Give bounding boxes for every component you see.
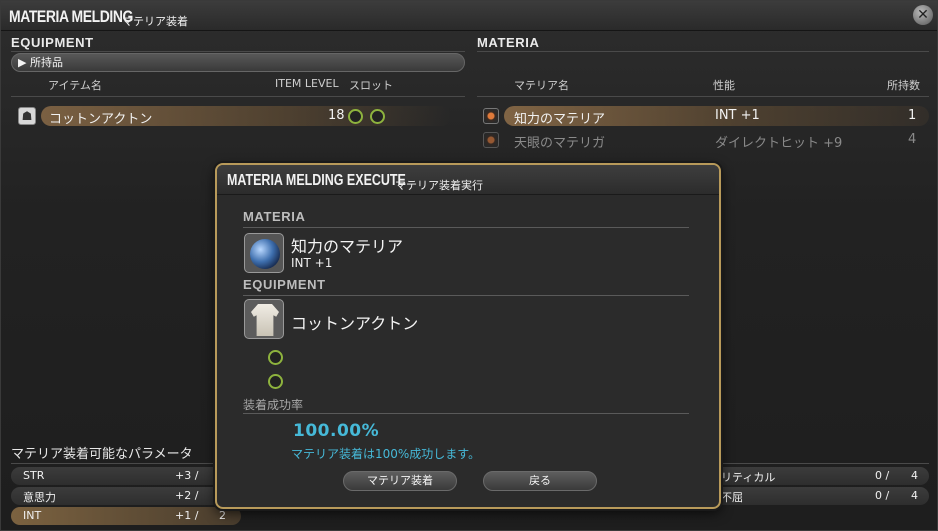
success-rate-label: 装着成功率 <box>243 398 304 412</box>
title-bar: MATERIA MELDING マテリア装着 ✕ <box>1 1 937 31</box>
param-value: 0 / <box>875 469 890 482</box>
back-button[interactable]: 戻る <box>483 471 597 491</box>
materia-slot-icon <box>348 109 363 124</box>
materia-slot-icon <box>268 350 283 365</box>
materia-count: 4 <box>908 132 917 147</box>
param-value: +3 / <box>175 469 199 482</box>
col-effect: 性能 <box>713 79 735 92</box>
coat-icon <box>244 299 284 339</box>
equipment-level: 18 <box>328 108 345 123</box>
dialog-materia-header: MATERIA <box>243 209 306 224</box>
param-max: 4 <box>911 489 918 502</box>
dialog-rate-divider <box>243 413 689 414</box>
param-value: 0 / <box>875 489 890 502</box>
col-materia-name: マテリア名 <box>514 79 569 92</box>
materia-divider <box>477 51 929 52</box>
window-title: MATERIA MELDING <box>9 7 133 26</box>
col-count: 所持数 <box>887 79 920 92</box>
materia-icon <box>483 132 499 148</box>
materia-slot-icon <box>370 109 385 124</box>
materia-name: 知力のマテリア <box>514 112 606 127</box>
melding-execute-dialog: MATERIA MELDING EXECUTE マテリア装着実行 MATERIA… <box>215 163 721 509</box>
success-rate-note: マテリア装着は100%成功します。 <box>291 447 481 461</box>
equipment-list-divider <box>11 96 465 97</box>
equipment-icon: ☗ <box>18 107 36 125</box>
param-name: リティカル <box>721 471 776 484</box>
inventory-filter-dropdown[interactable]: ▶ 所持品 <box>11 53 465 72</box>
param-name: STR <box>23 469 45 482</box>
window-subtitle: マテリア装着 <box>122 15 188 28</box>
param-name: 不屈 <box>721 491 743 504</box>
dialog-title: MATERIA MELDING EXECUTE <box>227 172 406 189</box>
param-row-highlighted: INT +1 / 2 <box>11 507 241 525</box>
param-name: INT <box>23 509 42 522</box>
dialog-equipment-name: コットンアクトン <box>291 314 419 333</box>
param-row: 不屈 0 / 4 <box>701 487 929 505</box>
equipment-divider <box>11 51 465 52</box>
dialog-equipment-divider <box>243 295 689 296</box>
equipment-name: コットンアクトン <box>49 112 153 127</box>
materia-orb-icon <box>244 233 284 273</box>
param-value: +1 / <box>175 509 199 522</box>
param-max: 4 <box>911 469 918 482</box>
materia-slot-icon <box>268 374 283 389</box>
materia-effect: ダイレクトヒット +9 <box>715 136 843 151</box>
materia-list-divider <box>477 96 929 97</box>
materia-name: 天眼のマテリガ <box>514 136 606 151</box>
param-value: +2 / <box>175 489 199 502</box>
inventory-filter-label: 所持品 <box>29 56 63 69</box>
materia-header: MATERIA <box>477 35 540 50</box>
close-icon[interactable]: ✕ <box>913 5 933 25</box>
dialog-materia-name: 知力のマテリア <box>291 237 404 256</box>
param-max: 2 <box>219 509 226 522</box>
dialog-equipment-header: EQUIPMENT <box>243 277 326 292</box>
param-row: リティカル 0 / 4 <box>701 467 929 485</box>
dialog-materia-divider <box>243 227 689 228</box>
param-row: 意思力 +2 / <box>11 487 241 505</box>
triangle-right-icon: ▶ <box>18 56 27 69</box>
col-slot: スロット <box>349 79 393 92</box>
materia-icon <box>483 108 499 124</box>
dialog-materia-effect: INT +1 <box>291 256 333 270</box>
params-title: マテリア装着可能なパラメータ <box>11 447 193 462</box>
param-name: 意思力 <box>23 491 56 504</box>
success-rate-value: 100.00% <box>293 421 380 441</box>
col-item-level: ITEM LEVEL <box>275 77 339 90</box>
col-item-name: アイテム名 <box>48 79 102 92</box>
equipment-header: EQUIPMENT <box>11 35 94 50</box>
param-row: STR +3 / <box>11 467 241 485</box>
materia-melding-window: MATERIA MELDING マテリア装着 ✕ EQUIPMENT ▶ 所持品… <box>0 0 938 531</box>
meld-confirm-button[interactable]: マテリア装着 <box>343 471 457 491</box>
dialog-subtitle: マテリア装着実行 <box>395 179 483 192</box>
materia-effect: INT +1 <box>715 108 760 123</box>
dialog-title-bar: MATERIA MELDING EXECUTE マテリア装着実行 <box>217 165 719 195</box>
materia-count: 1 <box>908 108 917 123</box>
